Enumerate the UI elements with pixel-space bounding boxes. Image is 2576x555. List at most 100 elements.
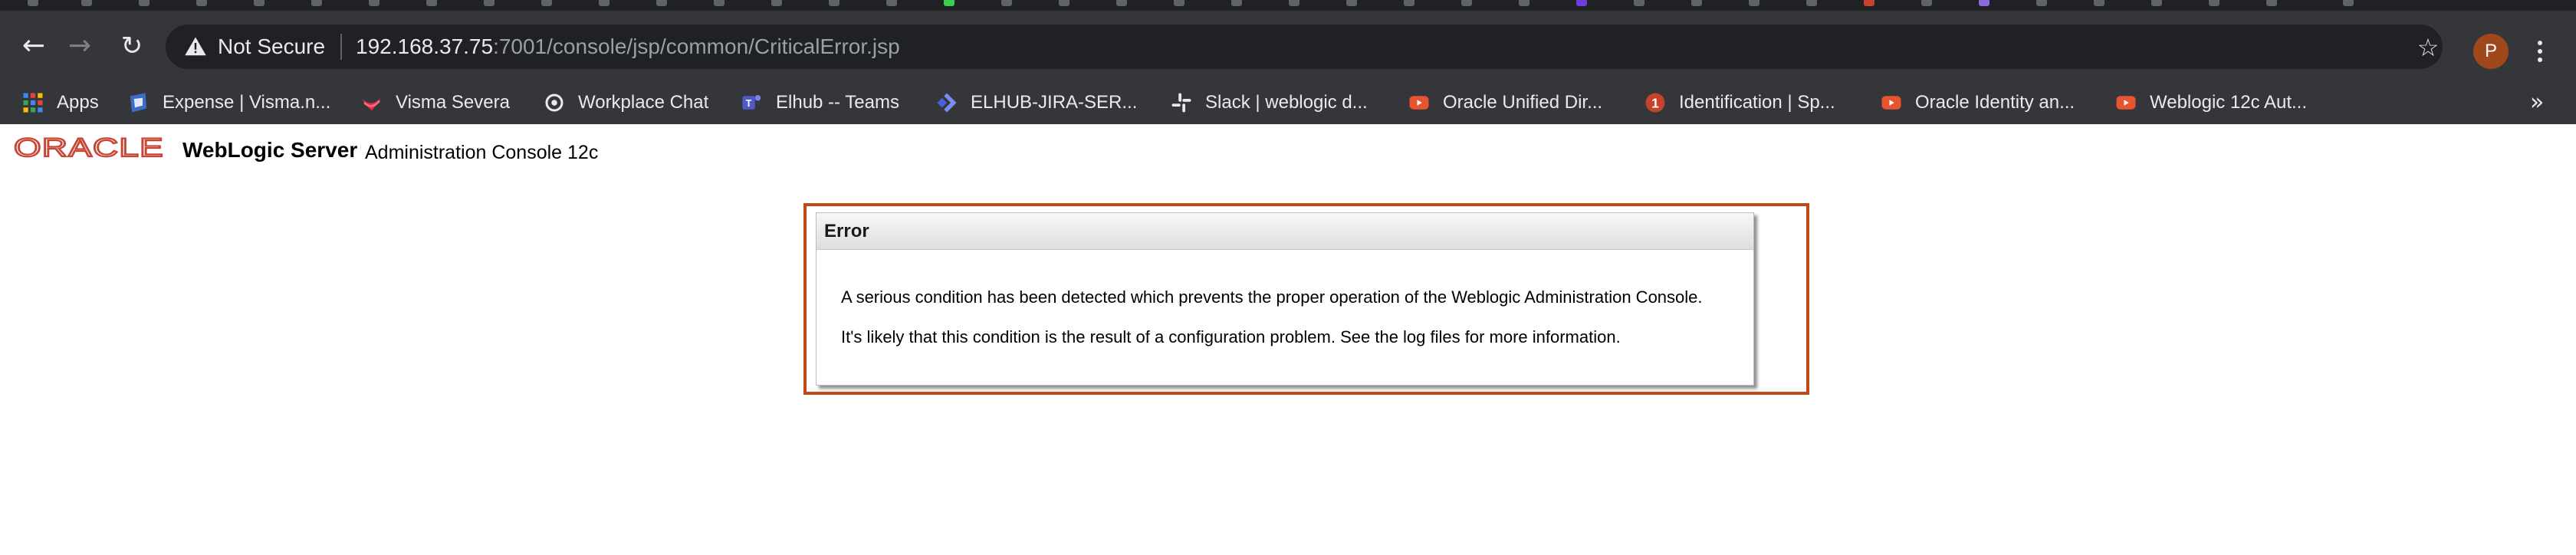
bookmark-apps[interactable]: Apps (21, 87, 99, 118)
tab[interactable] (767, 0, 785, 8)
bookmark-star-button[interactable]: ☆ (2415, 35, 2441, 61)
tab-favicon-icon (2266, 0, 2277, 6)
error-panel-header: Error (816, 213, 1753, 250)
address-bar[interactable]: Not Secure 192.168.37.75:7001/console/js… (166, 25, 2443, 69)
bookmark-oracle-identity[interactable]: Oracle Identity an... (1880, 87, 2075, 118)
bookmark-identification[interactable]: 1 Identification | Sp... (1644, 87, 1835, 118)
arrow-left-icon: ← (21, 30, 46, 61)
bookmark-label: Elhub -- Teams (776, 92, 899, 113)
security-status[interactable]: Not Secure (218, 34, 325, 60)
tab[interactable] (1227, 0, 1245, 8)
tab[interactable] (1514, 0, 1533, 8)
bookmark-label: Slack | weblogic d... (1205, 92, 1368, 113)
reload-button[interactable]: ↻ (117, 31, 147, 61)
tab[interactable] (709, 0, 728, 8)
tab[interactable] (1687, 0, 1705, 8)
arrow-right-icon: → (67, 30, 92, 61)
tab[interactable] (2204, 0, 2223, 8)
tab-favicon-icon (944, 0, 955, 6)
tab-strip[interactable] (0, 0, 2576, 11)
tab-favicon-icon (1576, 0, 1587, 6)
tab-favicon-icon (1116, 0, 1127, 6)
tab[interactable] (2147, 0, 2165, 8)
tab-favicon-icon (1001, 0, 1012, 6)
tab[interactable] (1169, 0, 1188, 8)
bookmark-weblogic-12c[interactable]: Weblogic 12c Aut... (2114, 87, 2307, 118)
tab-favicon-icon (1059, 0, 1070, 6)
tab[interactable] (1629, 0, 1648, 8)
tab[interactable] (594, 0, 613, 8)
jira-icon (937, 93, 957, 113)
bookmark-workplace-chat[interactable]: Workplace Chat (543, 87, 708, 118)
forward-button[interactable]: → (64, 31, 95, 61)
url-text[interactable]: 192.168.37.75:7001/console/jsp/common/Cr… (356, 34, 900, 60)
tab-favicon-icon (1174, 0, 1184, 6)
tab-favicon-icon (1806, 0, 1817, 6)
tab[interactable] (537, 0, 555, 8)
tab[interactable] (2032, 0, 2050, 8)
tab-favicon-icon (81, 0, 92, 6)
apps-grid-icon (23, 93, 43, 113)
tab[interactable] (479, 0, 498, 8)
bookmarks-overflow-button[interactable]: » (2530, 89, 2544, 117)
bookmark-label: Oracle Identity an... (1915, 92, 2075, 113)
tab-favicon-icon (1921, 0, 1932, 6)
tab[interactable] (1917, 0, 1935, 8)
tab[interactable] (192, 0, 210, 8)
tab[interactable] (939, 0, 958, 8)
error-message: A serious condition has been detected wh… (841, 287, 1703, 307)
tab-favicon-icon (369, 0, 380, 6)
error-panel: Error A serious condition has been detec… (816, 212, 1754, 386)
tab[interactable] (307, 0, 325, 8)
tab[interactable] (2338, 0, 2357, 8)
tab[interactable] (997, 0, 1015, 8)
tab[interactable] (422, 0, 440, 8)
tab-favicon-icon (1289, 0, 1300, 6)
tab[interactable] (652, 0, 670, 8)
tab[interactable] (824, 0, 843, 8)
bookmark-label: ELHUB-JIRA-SER... (971, 92, 1138, 113)
bookmark-expense-visma[interactable]: Expense | Visma.n... (127, 87, 330, 118)
bookmark-elhub-jira[interactable]: ELHUB-JIRA-SER... (935, 87, 1137, 118)
tab-favicon-icon (1461, 0, 1472, 6)
tab[interactable] (1802, 0, 1820, 8)
product-name: WebLogic Server (182, 138, 358, 162)
bookmark-elhub-teams[interactable]: T Elhub -- Teams (741, 87, 899, 118)
tab[interactable] (1744, 0, 1763, 8)
visma-expense-icon (130, 93, 146, 113)
visma-severa-icon (362, 97, 382, 110)
browser-menu-button[interactable] (2528, 34, 2551, 69)
tab[interactable] (1859, 0, 1878, 8)
bookmark-label: Weblogic 12c Aut... (2150, 92, 2308, 113)
tab[interactable] (1112, 0, 1130, 8)
tab-favicon-icon (714, 0, 724, 6)
bookmark-slack[interactable]: Slack | weblogic d... (1170, 87, 1368, 118)
tab[interactable] (2089, 0, 2108, 8)
reload-icon: ↻ (120, 31, 143, 61)
tab[interactable] (1284, 0, 1303, 8)
tab[interactable] (77, 0, 95, 8)
tab-favicon-icon (2151, 0, 2162, 6)
back-button[interactable]: ← (18, 31, 49, 61)
tab[interactable] (364, 0, 383, 8)
tab[interactable] (1974, 0, 1993, 8)
tab-favicon-icon (1979, 0, 1990, 6)
tab[interactable] (2262, 0, 2280, 8)
bookmark-oracle-unified-dir[interactable]: Oracle Unified Dir... (1408, 87, 1602, 118)
tab[interactable] (1457, 0, 1475, 8)
tab-favicon-icon (426, 0, 437, 6)
product-subtitle: Administration Console 12c (365, 142, 599, 163)
tab[interactable] (1572, 0, 1590, 8)
tab[interactable] (1399, 0, 1418, 8)
tab[interactable] (1342, 0, 1360, 8)
tab[interactable] (23, 0, 41, 8)
svg-text:T: T (746, 98, 752, 109)
tab[interactable] (1054, 0, 1073, 8)
bookmark-visma-severa[interactable]: Visma Severa (360, 87, 510, 118)
tab-favicon-icon (599, 0, 610, 6)
tab-favicon-icon (254, 0, 264, 6)
tab[interactable] (134, 0, 153, 8)
profile-avatar[interactable]: P (2473, 34, 2509, 69)
tab[interactable] (882, 0, 900, 8)
tab[interactable] (249, 0, 268, 8)
